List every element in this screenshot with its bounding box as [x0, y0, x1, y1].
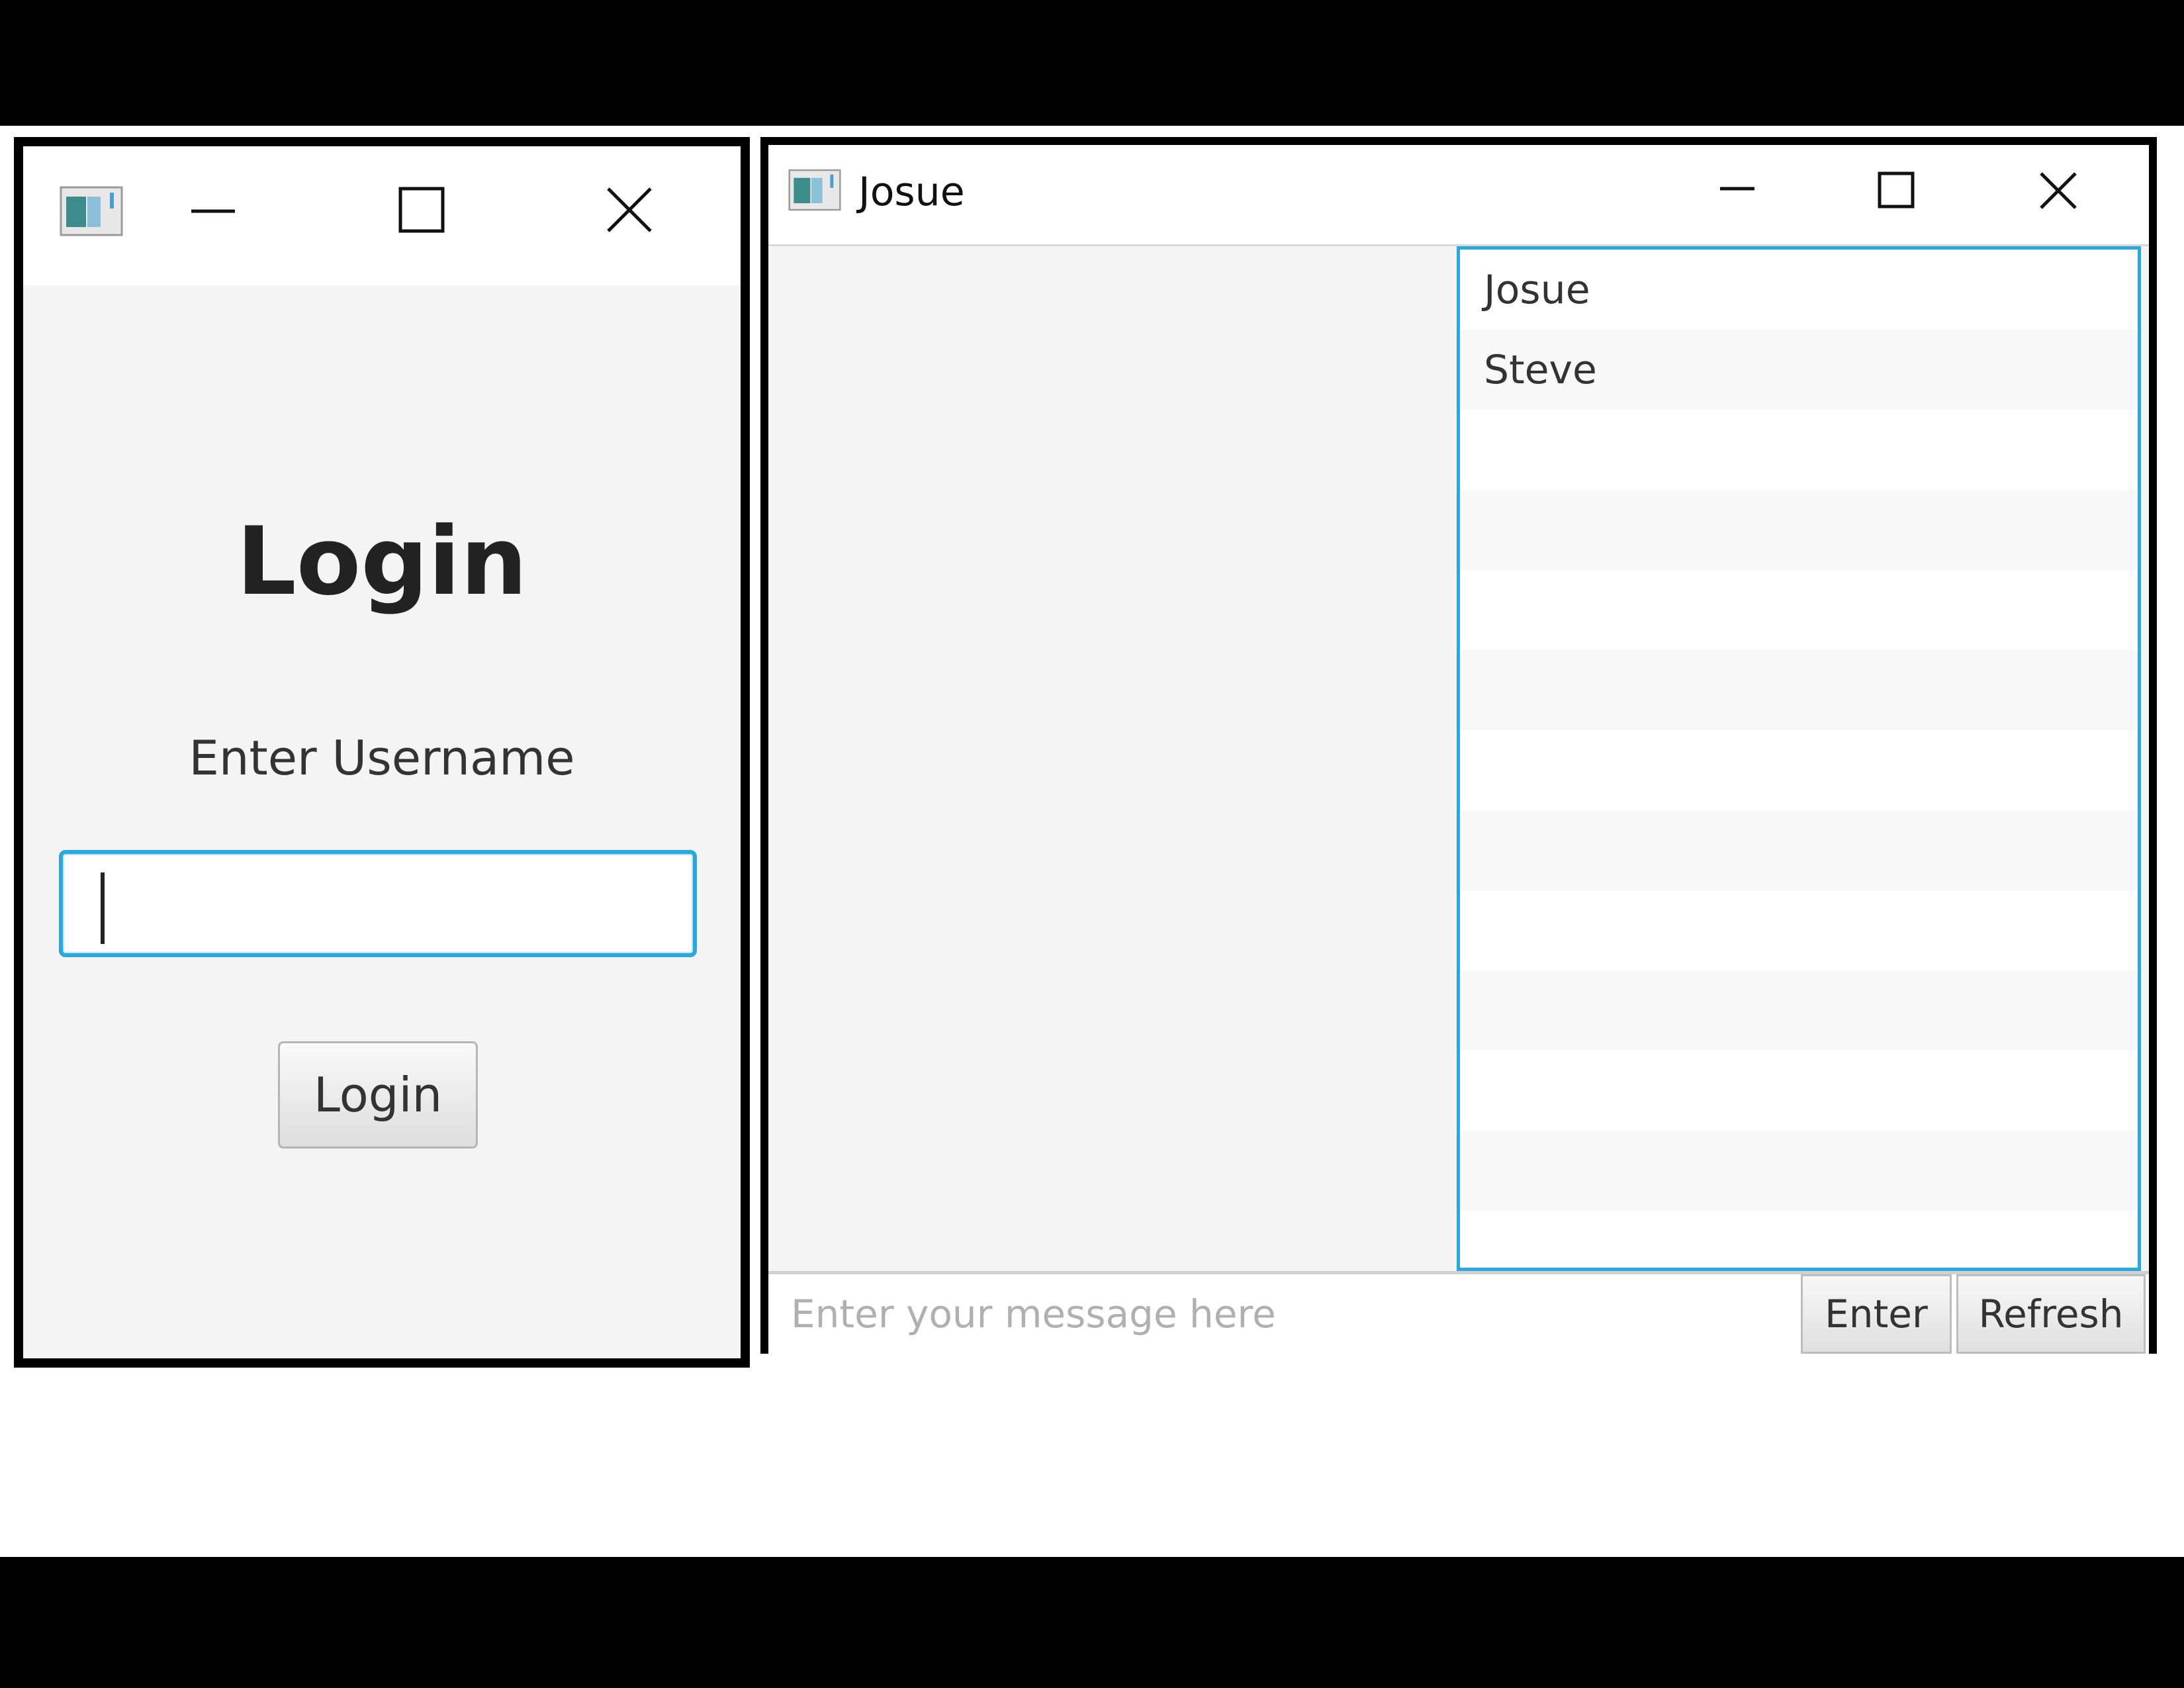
user-list-item[interactable]: Josue — [1460, 250, 2138, 330]
enter-button[interactable]: Enter — [1801, 1274, 1952, 1354]
empty-list-row — [1460, 410, 2138, 490]
empty-list-row — [1460, 730, 2138, 810]
figure: Login Enter Username Login Josue Josue S… — [0, 126, 2184, 1642]
maximize-icon[interactable] — [1878, 171, 1915, 209]
text-caret — [101, 872, 105, 944]
user-list[interactable]: Josue Steve — [1457, 246, 2141, 1271]
figure-caption: Client login and message windows — [547, 1556, 1637, 1642]
empty-list-row — [1460, 1131, 2138, 1211]
username-label: Enter Username — [189, 730, 575, 786]
message-bar: Enter Refresh — [768, 1271, 2149, 1354]
empty-list-row — [1460, 490, 2138, 570]
message-window: Josue JosueSteve Enter Refresh — [760, 137, 2157, 1354]
app-icon — [788, 169, 841, 211]
empty-list-row — [1460, 1051, 2138, 1131]
app-icon — [60, 186, 123, 236]
chat-message-area[interactable] — [768, 246, 1457, 1271]
empty-list-row — [1460, 890, 2138, 970]
minimize-icon[interactable] — [1719, 183, 1756, 194]
username-input[interactable] — [59, 850, 697, 957]
message-titlebar[interactable]: Josue — [768, 145, 2149, 246]
maximize-icon[interactable] — [398, 186, 445, 234]
empty-list-row — [1460, 810, 2138, 890]
login-window: Login Enter Username Login — [14, 137, 750, 1368]
login-button[interactable]: Login — [278, 1041, 478, 1149]
empty-list-row — [1460, 570, 2138, 650]
window-title: Josue — [858, 169, 965, 215]
login-titlebar[interactable] — [23, 146, 741, 285]
refresh-button[interactable]: Refresh — [1956, 1274, 2146, 1354]
empty-list-row — [1460, 970, 2138, 1051]
close-icon[interactable] — [2039, 171, 2077, 210]
minimize-icon[interactable] — [190, 205, 236, 218]
user-list-item[interactable]: Steve — [1460, 330, 2138, 410]
message-input[interactable] — [768, 1274, 1801, 1354]
empty-list-row — [1460, 650, 2138, 730]
close-icon[interactable] — [606, 186, 653, 234]
login-heading: Login — [236, 507, 527, 616]
